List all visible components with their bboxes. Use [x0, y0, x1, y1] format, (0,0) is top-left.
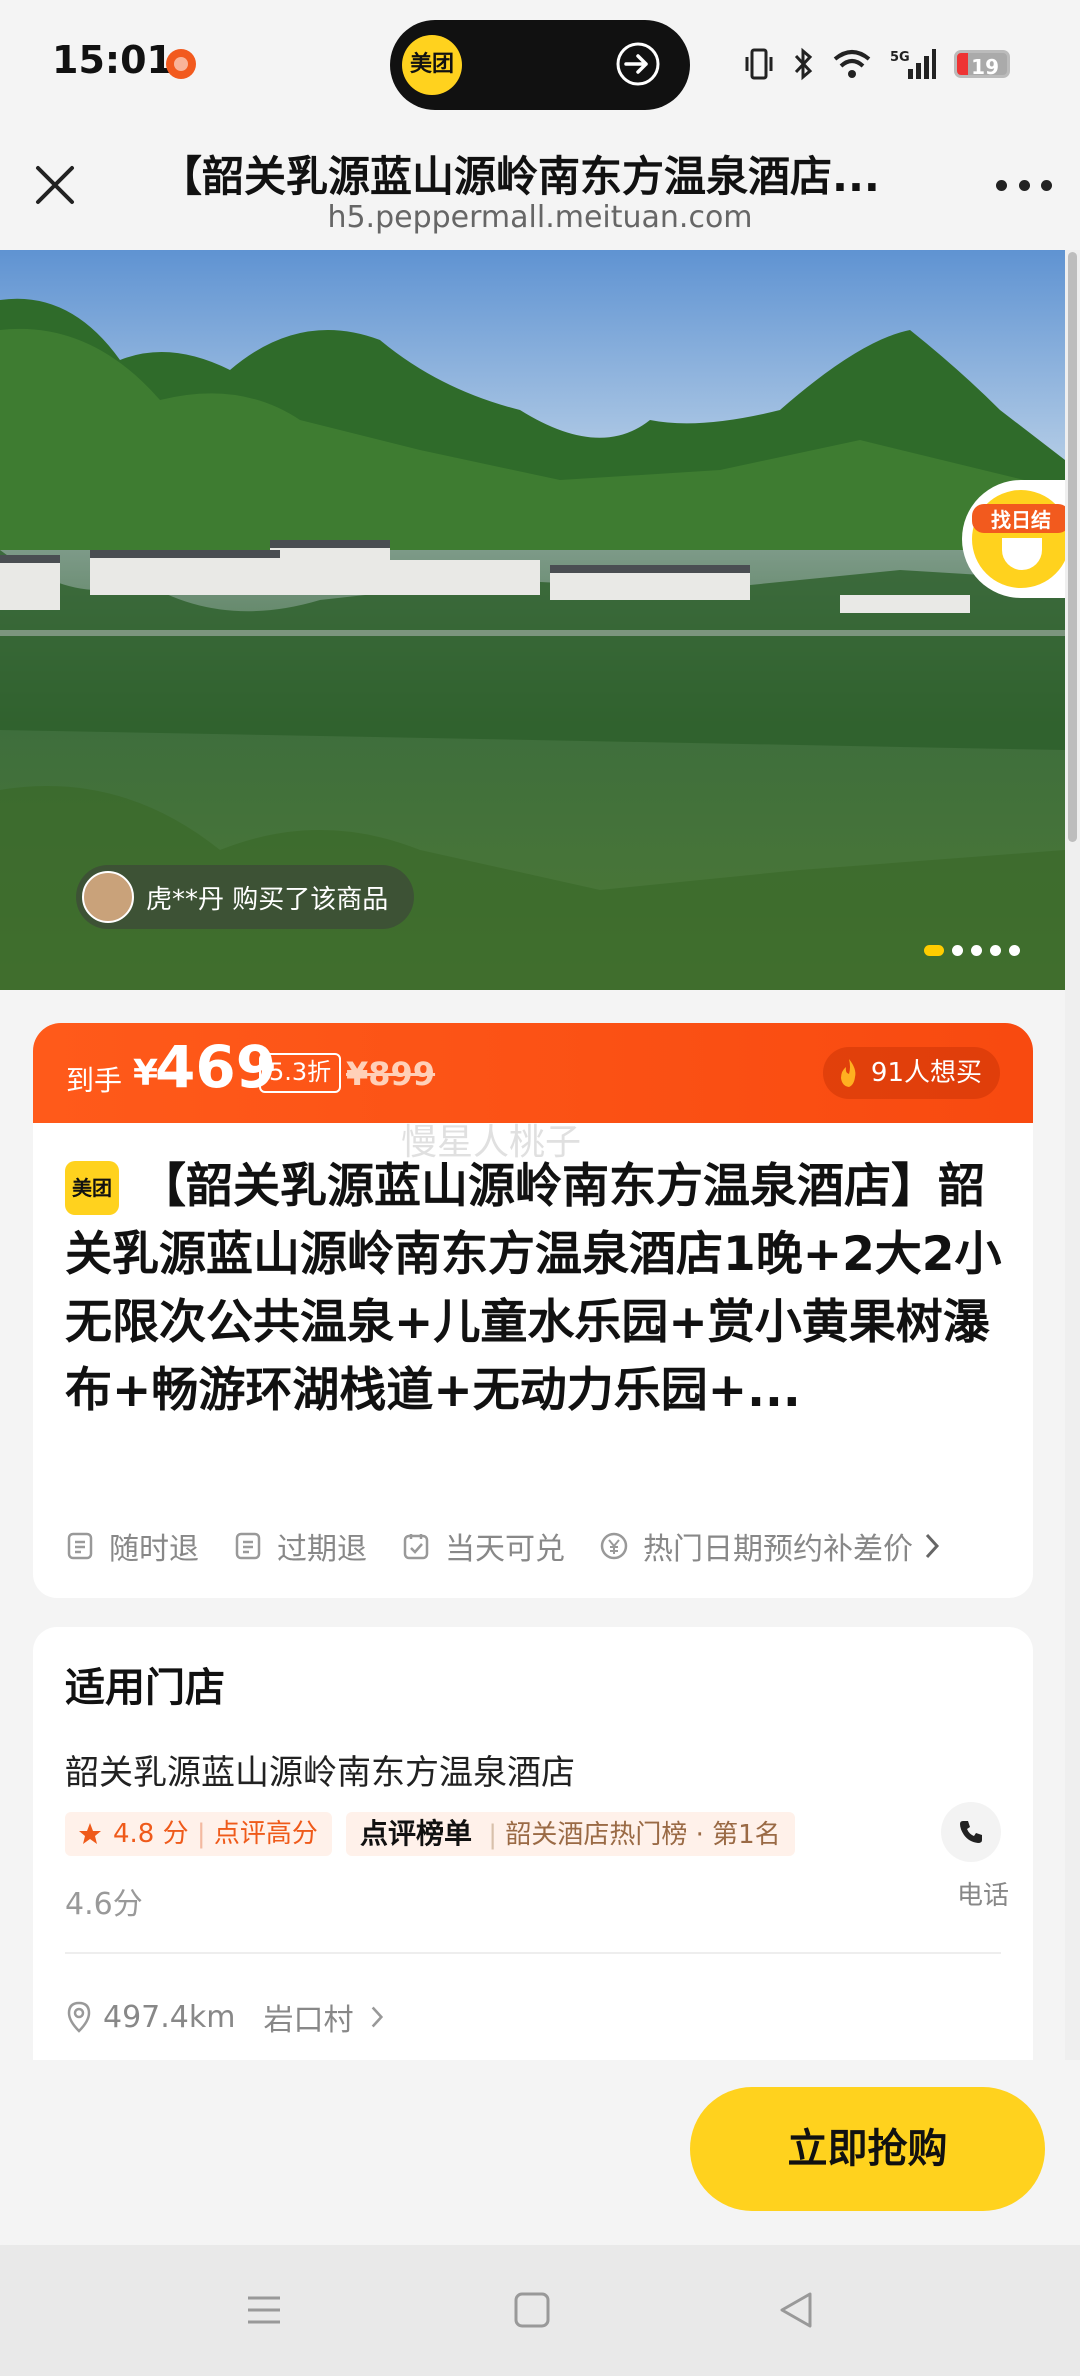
rating-badge: 4.8 分 | 点评高分 — [65, 1812, 332, 1856]
yuan-icon — [600, 1532, 628, 1560]
want-count-text: 91人想买 — [870, 1058, 982, 1088]
price-bar: 到手 ¥ 469 5.3折 ¥899 91人想买 — [33, 1023, 1033, 1123]
store-address-row[interactable]: 497.4km 岩口村 — [65, 1995, 385, 2039]
carousel-dot — [924, 945, 944, 956]
store-card: 适用门店 韶关乳源蓝山源岭南东方温泉酒店 4.8 分 | 点评高分 点评榜单 |… — [33, 1627, 1033, 2060]
carousel-dot — [952, 945, 963, 956]
carousel-dot — [990, 945, 1001, 956]
carousel-indicator — [924, 945, 1020, 956]
star-icon — [79, 1823, 101, 1844]
tag-same-day: 当天可兑 — [401, 1524, 565, 1568]
carousel-dot — [1009, 945, 1020, 956]
tag-hot-date-surcharge: 热门日期预约补差价 — [599, 1524, 913, 1568]
document-icon — [235, 1532, 261, 1560]
ranking-text: 韶关酒店热门榜 · 第1名 — [505, 1820, 781, 1850]
hero-image[interactable]: 虎**丹 购买了该商品 — [0, 250, 1065, 990]
recent-buyer-pill: 虎**丹 购买了该商品 — [76, 865, 414, 929]
float-badge-label: 找日结 — [972, 504, 1070, 533]
enter-arrow-icon — [616, 42, 660, 86]
carousel-dot — [971, 945, 982, 956]
page-title: 【韶关乳源蓝山源岭南东方温泉酒店... — [160, 152, 880, 201]
document-icon — [67, 1532, 93, 1560]
system-nav-bar — [0, 2245, 1080, 2376]
service-tags[interactable]: 随时退 过期退 当天可兑 热门日期预约补差价 — [65, 1521, 1015, 1571]
store-name[interactable]: 韶关乳源蓝山源岭南东方温泉酒店 — [65, 1745, 575, 1794]
store-distance: 497.4km — [103, 1999, 236, 2035]
chevron-right-icon — [372, 2006, 384, 2028]
store-address: 岩口村 — [263, 2003, 354, 2038]
recent-buyer-text: 虎**丹 购买了该商品 — [146, 885, 389, 915]
rating-label: 点评高分 — [213, 1819, 318, 1849]
ranking-badge[interactable]: 点评榜单 | 韶关酒店热门榜 · 第1名 — [346, 1812, 795, 1856]
original-price: ¥899 — [346, 1055, 436, 1093]
menu-icon[interactable] — [244, 2290, 284, 2330]
fire-icon — [840, 1059, 856, 1087]
buy-now-button[interactable]: 立即抢购 — [690, 2087, 1045, 2211]
rating-score: 4.8 分 — [113, 1819, 189, 1849]
daily-pay-badge[interactable]: 找日结 — [962, 480, 1080, 598]
want-count-pill: 91人想买 — [822, 1047, 1000, 1099]
close-icon[interactable] — [30, 160, 80, 210]
status-time: 15:01 — [52, 38, 173, 82]
price-prefix: 到手 — [66, 1064, 123, 1097]
price-value: 469 — [155, 1033, 277, 1101]
phone-button[interactable] — [941, 1802, 1001, 1862]
more-icon[interactable] — [996, 180, 1052, 194]
scrollbar-thumb[interactable] — [1068, 252, 1077, 842]
back-icon[interactable] — [776, 2290, 816, 2330]
5g-signal-icon: 5G — [890, 49, 936, 79]
product-title-card: 慢星人桃子 【韶关乳源蓝山源岭南东方温泉酒店】韶关乳源蓝山源岭南东方温泉酒店1晚… — [33, 1122, 1033, 1598]
home-icon[interactable] — [512, 2290, 552, 2330]
phone-icon — [960, 1821, 982, 1843]
tag-expired-refund: 过期退 — [233, 1524, 367, 1568]
meituan-brand-icon: 美团 — [65, 1161, 119, 1215]
mascot-icon: 找日结 — [972, 490, 1070, 588]
store-score: 4.6分 — [65, 1887, 143, 1922]
meituan-logo-icon: 美团 — [402, 35, 462, 95]
divider — [65, 1952, 1001, 1954]
wifi-icon — [833, 50, 871, 78]
notification-app-icon — [166, 49, 196, 79]
location-pin-icon — [67, 2001, 91, 2033]
top-nav: 【韶关乳源蓝山源岭南东方温泉酒店... h5.peppermall.meitua… — [0, 125, 1080, 250]
vibrate-icon — [745, 48, 773, 80]
ranking-brand: 点评榜单 — [360, 1817, 473, 1850]
svg-text:5G: 5G — [890, 50, 910, 65]
product-title: 【韶关乳源蓝山源岭南东方温泉酒店】韶关乳源蓝山源岭南东方温泉酒店1晚+2大2小无… — [65, 1159, 1002, 1418]
dynamic-island[interactable]: 美团 — [390, 20, 690, 110]
status-icons: 5G 19 — [744, 44, 1010, 84]
discount-badge: 5.3折 — [259, 1053, 342, 1093]
page-url: h5.peppermall.meituan.com — [327, 200, 753, 235]
bluetooth-icon — [794, 47, 813, 81]
phone-label: 电话 — [956, 1881, 1009, 1911]
calendar-check-icon — [403, 1534, 429, 1560]
battery-icon: 19 — [954, 50, 1010, 79]
status-bar: 15:01 美团 5G 19 — [0, 0, 1080, 125]
chevron-right-icon — [925, 1533, 940, 1559]
tag-anytime-refund: 随时退 — [65, 1524, 199, 1568]
avatar — [82, 871, 134, 923]
section-title-stores: 适用门店 — [65, 1665, 225, 1711]
